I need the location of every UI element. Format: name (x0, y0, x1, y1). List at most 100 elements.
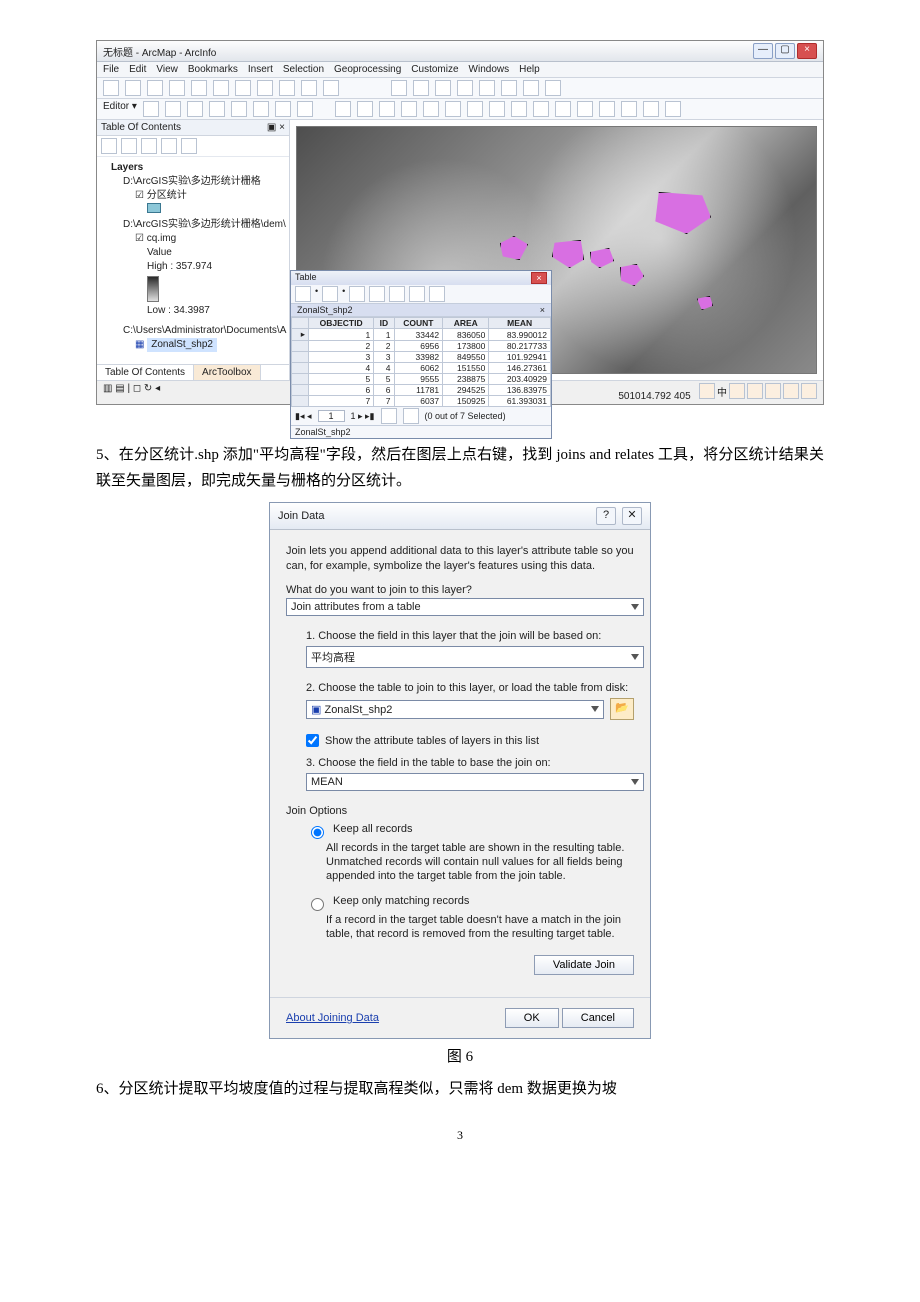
html-popup-icon[interactable] (665, 101, 681, 117)
print-icon[interactable] (169, 80, 185, 96)
attr-switch-selection-icon[interactable] (369, 286, 385, 302)
attr-tab-name[interactable]: ZonalSt_shp2 (297, 305, 353, 315)
attr-tab-close-icon[interactable]: × (540, 305, 545, 315)
attr-select-by-attributes-icon[interactable] (349, 286, 365, 302)
search-icon[interactable] (479, 80, 495, 96)
toc-list-by-source-icon[interactable] (121, 138, 137, 154)
undo-icon[interactable] (279, 80, 295, 96)
attr-nav-first-icon[interactable]: ▮◂ ◂ (295, 411, 312, 422)
toolbox-icon[interactable] (435, 80, 451, 96)
ime-option-icon[interactable] (783, 383, 799, 399)
attr-foot-tab[interactable]: ZonalSt_shp2 (295, 427, 351, 437)
split-icon[interactable] (231, 101, 247, 117)
minimize-button[interactable]: — (753, 43, 773, 59)
keep-matching-radio[interactable] (311, 898, 324, 911)
catalog-icon[interactable] (457, 80, 473, 96)
ime-icon[interactable] (699, 383, 715, 399)
toc-close-icon[interactable]: × (279, 122, 285, 133)
attributes-icon[interactable] (275, 101, 291, 117)
toc-list-by-visibility-icon[interactable] (141, 138, 157, 154)
join-table-select[interactable]: ▣ ZonalSt_shp2 (306, 700, 604, 719)
menu-bookmarks[interactable]: Bookmarks (188, 64, 238, 75)
col-id[interactable]: ID (374, 318, 394, 329)
maximize-button[interactable]: ▢ (775, 43, 795, 59)
toc-layer-zonal[interactable]: 分区统计 (147, 190, 187, 201)
col-mean[interactable]: MEAN (489, 318, 551, 329)
col-objectid[interactable]: OBJECTID (309, 318, 374, 329)
open-icon[interactable] (125, 80, 141, 96)
cancel-button[interactable]: Cancel (562, 1008, 634, 1028)
toc-pin-icon[interactable]: ▣ (267, 122, 276, 133)
toc-list-by-selection-icon[interactable] (161, 138, 177, 154)
menu-help[interactable]: Help (519, 64, 540, 75)
delete-icon[interactable] (257, 80, 273, 96)
help-button[interactable]: ? (596, 507, 616, 525)
select-features-icon[interactable] (511, 101, 527, 117)
reshape-icon[interactable] (187, 101, 203, 117)
browse-table-button[interactable]: 📂 (610, 698, 634, 720)
toc-selected-table[interactable]: ZonalSt_shp2 (147, 338, 217, 352)
layer-field-select[interactable]: 平均高程 (306, 646, 644, 668)
paste-icon[interactable] (235, 80, 251, 96)
help-icon[interactable] (545, 80, 561, 96)
python-icon[interactable] (501, 80, 517, 96)
full-extent-icon[interactable] (401, 101, 417, 117)
menu-customize[interactable]: Customize (411, 64, 458, 75)
zoom-out-icon[interactable] (357, 101, 373, 117)
ime-option-icon[interactable] (747, 383, 763, 399)
zoom-in-icon[interactable] (335, 101, 351, 117)
cut-polygons-icon[interactable] (209, 101, 225, 117)
col-area[interactable]: AREA (443, 318, 489, 329)
attr-grid[interactable]: OBJECTID ID COUNT AREA MEAN ▸11334428360… (291, 317, 551, 407)
fixed-zoom-in-icon[interactable] (423, 101, 439, 117)
attr-nav-next-icon[interactable]: 1 ▸ ▸▮ (351, 411, 375, 422)
show-tables-checkbox[interactable] (306, 734, 319, 747)
rotate-icon[interactable] (253, 101, 269, 117)
toc-group-1[interactable]: D:\ArcGIS实验\多边形统计栅格 (103, 175, 283, 189)
map-canvas[interactable]: Table × • • Zonal (290, 120, 823, 380)
scale-icon[interactable] (391, 80, 407, 96)
measure-icon[interactable] (621, 101, 637, 117)
editor-toolbar-icon[interactable] (413, 80, 429, 96)
edit-tool-icon[interactable] (143, 101, 159, 117)
close-button[interactable]: ✕ (622, 507, 642, 525)
menu-selection[interactable]: Selection (283, 64, 324, 75)
modelbuilder-icon[interactable] (523, 80, 539, 96)
toc-options-icon[interactable] (181, 138, 197, 154)
pan-icon[interactable] (379, 101, 395, 117)
menu-file[interactable]: File (103, 64, 119, 75)
copy-icon[interactable] (213, 80, 229, 96)
ime-option-icon[interactable] (729, 383, 745, 399)
hyperlink-icon[interactable] (643, 101, 659, 117)
find-icon[interactable] (599, 101, 615, 117)
attr-close-icon[interactable]: × (531, 272, 547, 284)
menu-geoprocessing[interactable]: Geoprocessing (334, 64, 401, 75)
join-type-select[interactable]: Join attributes from a table (286, 598, 644, 616)
ime-option-icon[interactable] (801, 383, 817, 399)
add-data-icon[interactable] (323, 80, 339, 96)
edit-vertices-icon[interactable] (165, 101, 181, 117)
forward-extent-icon[interactable] (489, 101, 505, 117)
new-icon[interactable] (103, 80, 119, 96)
toc-tab-contents[interactable]: Table Of Contents (97, 365, 194, 380)
close-button[interactable]: × (797, 43, 817, 59)
back-extent-icon[interactable] (467, 101, 483, 117)
attr-table-options-icon[interactable] (295, 286, 311, 302)
menu-view[interactable]: View (156, 64, 178, 75)
save-icon[interactable] (147, 80, 163, 96)
editor-dropdown[interactable]: Editor ▾ (103, 101, 137, 117)
toc-group-2[interactable]: D:\ArcGIS实验\多边形统计栅格\dem\ (103, 218, 283, 232)
fixed-zoom-out-icon[interactable] (445, 101, 461, 117)
about-joining-link[interactable]: About Joining Data (286, 1012, 379, 1024)
ime-bar[interactable]: 中 (699, 383, 817, 399)
cut-icon[interactable] (191, 80, 207, 96)
menu-windows[interactable]: Windows (469, 64, 510, 75)
table-field-select[interactable]: MEAN (306, 773, 644, 791)
clear-selection-icon[interactable] (533, 101, 549, 117)
keep-all-radio[interactable] (311, 826, 324, 839)
toc-group-3[interactable]: C:\Users\Administrator\Documents\A (103, 324, 283, 338)
validate-join-button[interactable]: Validate Join (534, 955, 634, 975)
attr-delete-selected-icon[interactable] (429, 286, 445, 302)
ok-button[interactable]: OK (505, 1008, 559, 1028)
attr-show-selected-icon[interactable] (403, 408, 419, 424)
